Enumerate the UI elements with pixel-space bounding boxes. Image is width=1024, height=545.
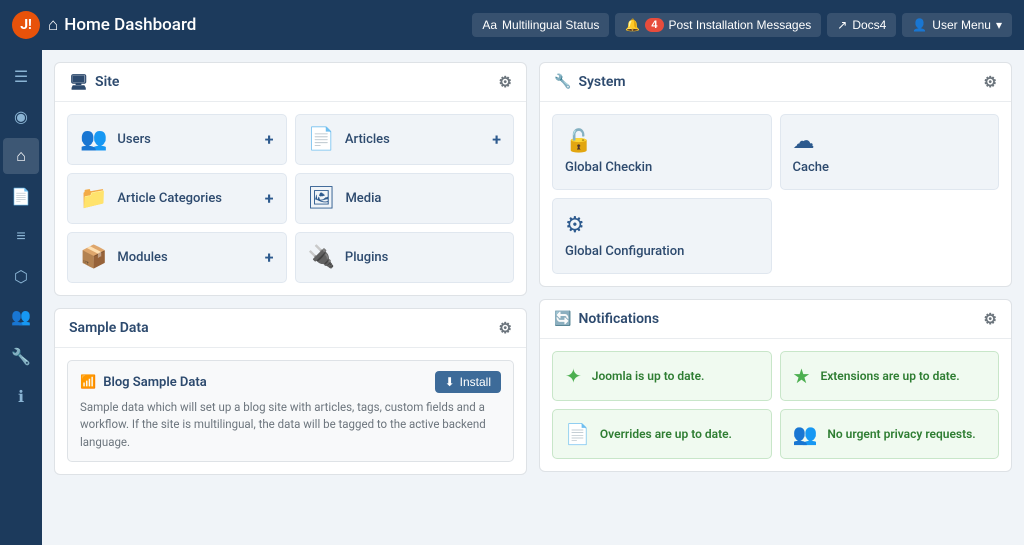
global-checkin-link[interactable]: 🔓 Global Checkin xyxy=(552,114,772,190)
bell-icon: 🔔 xyxy=(625,18,640,32)
sidebar: ☰ ◉ ⌂ 📄 ≡ ⬡ 👥 🔧 ℹ xyxy=(0,50,42,545)
system-links: 🔓 Global Checkin ☁ Cache ⚙ Global Config… xyxy=(552,114,999,274)
page-title: ⌂ Home Dashboard xyxy=(48,15,196,35)
blog-sample-description: Sample data which will set up a blog sit… xyxy=(80,399,501,451)
refresh-icon: 🔄 xyxy=(554,311,571,327)
system-panel-header: 🔧 System ⚙ xyxy=(540,63,1011,102)
multilingual-icon: Aa xyxy=(482,18,497,32)
navbar: J! ⌂ Home Dashboard Aa Multilingual Stat… xyxy=(0,0,1024,50)
system-panel-gear-icon[interactable]: ⚙ xyxy=(984,73,997,91)
categories-link-icon: 📁 xyxy=(80,186,107,211)
main-content: 🖥 Site ⚙ 👥 Users + xyxy=(42,50,1024,545)
system-panel: 🔧 System ⚙ 🔓 Global Checkin ☁ xyxy=(539,62,1012,287)
user-menu-button[interactable]: 👤 User Menu ▾ xyxy=(902,13,1012,37)
privacy-icon: 👥 xyxy=(793,422,818,446)
joomla-check-icon: ✦ xyxy=(565,364,582,388)
sample-data-gear-icon[interactable]: ⚙ xyxy=(499,319,512,337)
notifications-panel-body: ✦ Joomla is up to date. ★ Extensions are… xyxy=(540,339,1011,471)
unlock-icon: 🔓 xyxy=(565,129,592,154)
plugins-link[interactable]: 🔌 Plugins xyxy=(295,232,515,283)
notifications-panel-header: 🔄 Notifications ⚙ xyxy=(540,300,1011,339)
sidebar-item-info[interactable]: ℹ xyxy=(3,378,39,414)
sidebar-item-extensions[interactable]: ⬡ xyxy=(3,258,39,294)
modules-link[interactable]: 📦 Modules + xyxy=(67,232,287,283)
multilingual-status-button[interactable]: Aa Multilingual Status xyxy=(472,13,609,37)
site-panel-gear-icon[interactable]: ⚙ xyxy=(499,73,512,91)
sample-data-body: 📶 Blog Sample Data ⬇ Install Sample data… xyxy=(55,348,526,474)
notifications-panel: 🔄 Notifications ⚙ ✦ Joomla is up to date… xyxy=(539,299,1012,472)
article-categories-link[interactable]: 📁 Article Categories + xyxy=(67,173,287,224)
left-column: 🖥 Site ⚙ 👥 Users + xyxy=(54,62,527,533)
articles-link-icon: 📄 xyxy=(308,127,335,152)
site-panel-title-group: 🖥 Site xyxy=(69,73,119,91)
modules-plus-icon[interactable]: + xyxy=(265,248,274,267)
articles-plus-icon[interactable]: + xyxy=(492,130,501,149)
override-icon: 📄 xyxy=(565,422,590,446)
app-body: ☰ ◉ ⌂ 📄 ≡ ⬡ 👥 🔧 ℹ 🖥 Site ⚙ xyxy=(0,50,1024,545)
site-panel-body: 👥 Users + 📄 Articles + xyxy=(55,102,526,295)
extensions-uptodate-notification[interactable]: ★ Extensions are up to date. xyxy=(780,351,1000,401)
users-plus-icon[interactable]: + xyxy=(265,130,274,149)
cloud-icon: ☁ xyxy=(793,129,815,154)
notification-grid: ✦ Joomla is up to date. ★ Extensions are… xyxy=(552,351,999,459)
joomla-logo: J! xyxy=(12,11,40,39)
chevron-down-icon: ▾ xyxy=(996,18,1002,32)
overrides-uptodate-notification[interactable]: 📄 Overrides are up to date. xyxy=(552,409,772,459)
notifications-gear-icon[interactable]: ⚙ xyxy=(984,310,997,328)
sidebar-item-visibility[interactable]: ◉ xyxy=(3,98,39,134)
navbar-actions: Aa Multilingual Status 🔔 4 Post Installa… xyxy=(472,13,1012,37)
config-gear-icon: ⚙ xyxy=(565,213,585,238)
user-icon: 👤 xyxy=(912,18,927,32)
sample-data-header: Sample Data ⚙ xyxy=(55,309,526,348)
users-link[interactable]: 👥 Users + xyxy=(67,114,287,165)
sidebar-item-content[interactable]: 📄 xyxy=(3,178,39,214)
install-button[interactable]: ⬇ Install xyxy=(435,371,501,393)
cache-link[interactable]: ☁ Cache xyxy=(780,114,1000,190)
wrench-icon: 🔧 xyxy=(554,74,571,90)
site-quick-links: 👥 Users + 📄 Articles + xyxy=(67,114,514,283)
external-link-icon: ↗ xyxy=(837,18,847,32)
monitor-icon: 🖥 xyxy=(69,73,88,91)
sidebar-item-menus[interactable]: ≡ xyxy=(3,218,39,254)
media-link[interactable]: 🖼 Media xyxy=(295,173,515,224)
media-link-icon: 🖼 xyxy=(308,186,336,211)
global-configuration-link[interactable]: ⚙ Global Configuration xyxy=(552,198,772,274)
categories-plus-icon[interactable]: + xyxy=(265,189,274,208)
brand-area: J! ⌂ Home Dashboard xyxy=(12,11,464,39)
download-icon: ⬇ xyxy=(445,375,455,389)
system-panel-body: 🔓 Global Checkin ☁ Cache ⚙ Global Config… xyxy=(540,102,1011,286)
joomla-uptodate-notification[interactable]: ✦ Joomla is up to date. xyxy=(552,351,772,401)
sample-data-panel: Sample Data ⚙ 📶 Blog Sample Data xyxy=(54,308,527,475)
site-panel-header: 🖥 Site ⚙ xyxy=(55,63,526,102)
articles-link[interactable]: 📄 Articles + xyxy=(295,114,515,165)
sidebar-item-system[interactable]: 🔧 xyxy=(3,338,39,374)
privacy-notification[interactable]: 👥 No urgent privacy requests. xyxy=(780,409,1000,459)
modules-link-icon: 📦 xyxy=(80,245,107,270)
blog-sample-header: 📶 Blog Sample Data ⬇ Install xyxy=(80,371,501,393)
sidebar-item-toggle[interactable]: ☰ xyxy=(3,58,39,94)
sidebar-item-home[interactable]: ⌂ xyxy=(3,138,39,174)
users-link-icon: 👥 xyxy=(80,127,107,152)
sidebar-item-users[interactable]: 👥 xyxy=(3,298,39,334)
post-installation-button[interactable]: 🔔 4 Post Installation Messages xyxy=(615,13,821,37)
wifi-icon: 📶 xyxy=(80,375,96,390)
blog-sample-item: 📶 Blog Sample Data ⬇ Install Sample data… xyxy=(67,360,514,462)
site-panel: 🖥 Site ⚙ 👥 Users + xyxy=(54,62,527,296)
docs-button[interactable]: ↗ Docs4 xyxy=(827,13,896,37)
home-nav-icon: ⌂ xyxy=(48,15,58,35)
star-icon: ★ xyxy=(793,364,811,388)
right-column: 🔧 System ⚙ 🔓 Global Checkin ☁ xyxy=(539,62,1012,533)
plugins-link-icon: 🔌 xyxy=(308,245,335,270)
